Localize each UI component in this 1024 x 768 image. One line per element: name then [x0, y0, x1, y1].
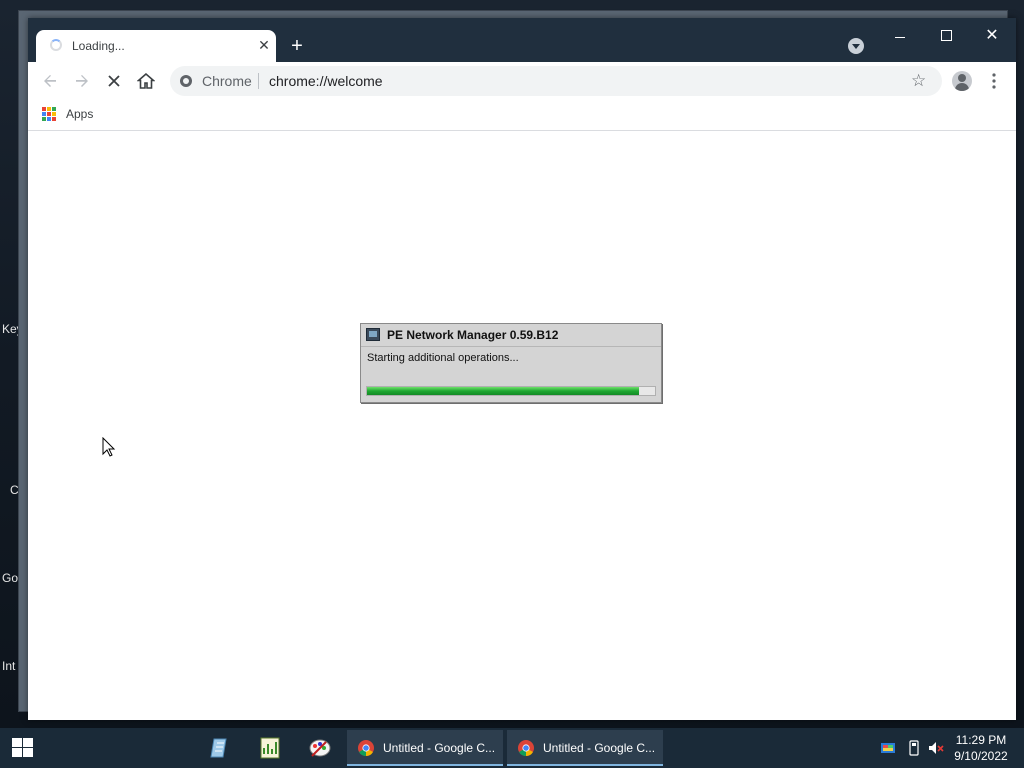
windows-start-icon[interactable] — [12, 738, 34, 758]
tab-title: Loading... — [72, 39, 125, 53]
profile-avatar-icon[interactable] — [952, 71, 972, 91]
close-tab-icon[interactable]: ✕ — [256, 37, 272, 53]
network-manager-dialog: PE Network Manager 0.59.B12 Starting add… — [360, 323, 662, 403]
desktop-icon-label[interactable]: Go — [2, 571, 18, 585]
network-manager-icon — [366, 328, 380, 341]
stop-x-icon[interactable] — [102, 69, 126, 93]
toolbar: Chrome chrome://welcome ☆ — [28, 62, 1016, 100]
dialog-title: PE Network Manager 0.59.B12 — [387, 328, 559, 342]
forward-arrow-icon[interactable] — [70, 69, 94, 93]
apps-grid-icon[interactable] — [42, 107, 56, 121]
clock-date: 9/10/2022 — [954, 749, 1008, 763]
close-window-button[interactable]: ✕ — [972, 22, 1012, 50]
notepad-chart-icon[interactable] — [258, 736, 282, 760]
paint-tool-icon[interactable] — [308, 736, 332, 760]
chrome-logo-icon — [358, 740, 374, 757]
tab-welcome[interactable]: Loading... ✕ — [36, 30, 276, 62]
progress-bar — [366, 386, 656, 396]
desktop-icon-label[interactable]: Int — [2, 659, 15, 673]
taskbar: Untitled - Google C... Untitled - Google… — [0, 728, 1024, 768]
system-clock[interactable]: 11:29 PM 9/10/2022 — [946, 732, 1016, 764]
taskbar-chrome-window-1[interactable]: Untitled - Google C... — [347, 730, 503, 766]
dialog-title-bar: PE Network Manager 0.59.B12 — [361, 324, 661, 347]
speaker-muted-icon[interactable] — [928, 740, 944, 756]
usb-drive-icon[interactable] — [906, 740, 922, 756]
address-url[interactable]: chrome://welcome — [269, 73, 383, 89]
page-content — [28, 131, 1016, 720]
back-arrow-icon[interactable] — [38, 69, 62, 93]
chrome-page-icon — [180, 75, 192, 87]
apps-bookmark[interactable]: Apps — [66, 107, 93, 121]
maximize-button[interactable] — [926, 22, 966, 50]
address-bar[interactable]: Chrome chrome://welcome ☆ — [170, 66, 942, 96]
dialog-status-text: Starting additional operations... — [367, 352, 519, 364]
three-dot-menu-icon[interactable] — [984, 70, 1004, 92]
bookmarks-bar: Apps — [28, 100, 1016, 131]
tab-search-icon[interactable] — [848, 38, 864, 54]
minimize-icon — [895, 36, 905, 38]
loading-spinner-icon — [50, 39, 62, 51]
maximize-icon — [940, 30, 952, 41]
taskbar-item-label: Untitled - Google C... — [383, 741, 496, 755]
taskbar-item-label: Untitled - Google C... — [543, 741, 656, 755]
file-explorer-icon[interactable] — [208, 736, 232, 760]
home-icon[interactable] — [134, 69, 158, 93]
progress-bar-fill — [367, 387, 640, 395]
chrome-logo-icon — [518, 740, 534, 757]
minimize-button[interactable] — [880, 22, 920, 50]
address-separator — [258, 73, 259, 89]
network-tray-icon[interactable] — [880, 740, 896, 756]
star-icon[interactable]: ☆ — [911, 71, 926, 91]
mouse-cursor-icon — [102, 437, 116, 457]
title-bar: Loading... ✕ + ✕ — [28, 18, 1016, 62]
clock-time: 11:29 PM — [955, 733, 1007, 747]
new-tab-button[interactable]: + — [286, 35, 308, 57]
taskbar-chrome-window-2[interactable]: Untitled - Google C... — [507, 730, 663, 766]
address-scheme-label: Chrome — [202, 73, 252, 89]
